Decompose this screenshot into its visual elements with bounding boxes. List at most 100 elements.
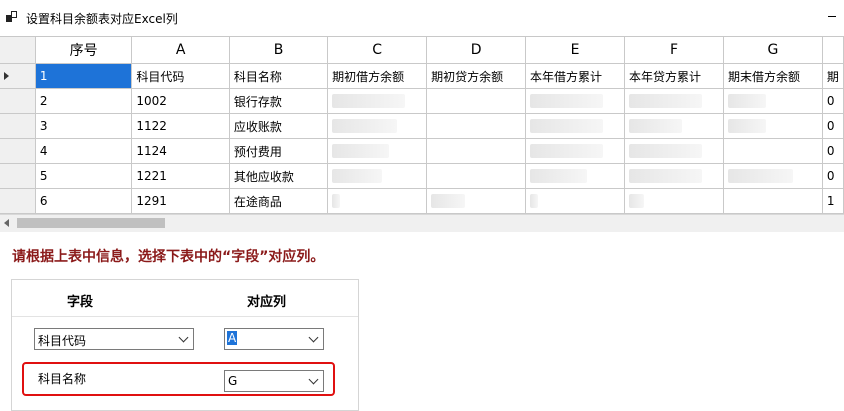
table-cell[interactable]: 1002 xyxy=(131,88,230,114)
table-cell[interactable]: 28397 xyxy=(723,113,823,139)
table-cell[interactable]: 1.10125 xyxy=(327,163,428,189)
table-cell[interactable]: 1122 xyxy=(131,113,230,139)
table-cell[interactable]: 期 xyxy=(822,63,844,89)
table-cell[interactable]: 1124 xyxy=(131,138,230,164)
table-cell[interactable]: 0000000.00 xyxy=(624,88,724,114)
table-cell[interactable]: 0 xyxy=(822,163,844,189)
current-row-icon xyxy=(4,72,9,80)
table-cell[interactable]: 1 xyxy=(35,63,133,89)
table-cell[interactable]: 期末借方余额 xyxy=(723,63,823,89)
table-cell[interactable]: 本年借方累计 xyxy=(525,63,625,89)
table-cell[interactable]: 0 xyxy=(327,188,428,214)
table-cell[interactable]: 1221 xyxy=(131,163,230,189)
grid-column-header[interactable]: 序号 xyxy=(35,37,133,64)
table-cell[interactable]: 期初借方余额 xyxy=(327,63,428,89)
scrollbar-thumb[interactable] xyxy=(17,218,165,228)
table-cell[interactable]: 0 xyxy=(525,188,625,214)
table-row[interactable]: 3 1122 应收账款 200000.42 0000400.75 0 157.00 2839… xyxy=(0,113,844,139)
grid-column-header[interactable]: G xyxy=(723,37,823,64)
column-select-account-code[interactable]: A xyxy=(224,328,324,350)
cell-text: 0 157.00 xyxy=(629,119,683,133)
table-cell[interactable] xyxy=(723,138,823,164)
table-cell[interactable]: 82897 xyxy=(723,88,823,114)
grid-column-header[interactable]: C xyxy=(327,37,428,64)
table-cell[interactable]: 10000.00 xyxy=(327,138,428,164)
table-cell[interactable]: 本年贷方累计 xyxy=(624,63,724,89)
table-cell[interactable]: 5 xyxy=(35,163,133,189)
title-bar: 设置科目余额表对应Excel列 xyxy=(0,0,844,36)
cell-text: 33.00 xyxy=(431,194,466,208)
column-select-account-name[interactable]: G xyxy=(224,370,324,392)
table-cell[interactable] xyxy=(426,163,527,189)
chevron-down-icon[interactable] xyxy=(308,374,319,385)
chevron-down-icon[interactable] xyxy=(308,332,319,343)
cell-text: 1002 xyxy=(136,94,167,108)
table-cell[interactable]: 1291 xyxy=(131,188,230,214)
table-cell[interactable]: 00 xyxy=(624,188,724,214)
table-cell[interactable]: 4 xyxy=(35,138,133,164)
table-cell[interactable]: 0 xyxy=(822,113,844,139)
table-cell[interactable]: 2 xyxy=(35,88,133,114)
table-row[interactable]: 61291在途商品033.000001 xyxy=(0,188,844,214)
cell-text: 28397 xyxy=(727,119,767,133)
table-cell[interactable]: 1 xyxy=(822,188,844,214)
table-row[interactable]: 5 1221 其他应收款 1.10125 10000.00 0100072.59 29349… xyxy=(0,163,844,189)
table-cell[interactable] xyxy=(426,113,527,139)
row-header[interactable] xyxy=(0,188,36,214)
table-row[interactable]: 2 1002 银行存款 0100109.07 1089000.00 0000000.00 8… xyxy=(0,88,844,114)
table-cell[interactable]: 其他应收款 xyxy=(229,163,329,189)
field-select-value: 科目代码 xyxy=(38,334,87,348)
row-header[interactable] xyxy=(0,138,36,164)
table-cell[interactable]: 0 xyxy=(822,88,844,114)
table-cell[interactable]: 0000400.75 xyxy=(525,113,625,139)
grid-column-header[interactable]: F xyxy=(624,37,724,64)
table-cell[interactable]: 1089000.00 xyxy=(525,88,625,114)
table-cell[interactable]: 预付费用 xyxy=(229,138,329,164)
table-cell[interactable]: 应收账款 xyxy=(229,113,329,139)
table-cell[interactable]: 10000.00 xyxy=(525,163,625,189)
table-cell[interactable]: 0 157.00 xyxy=(624,113,724,139)
field-label-account-name: 科目名称 xyxy=(38,372,87,386)
table-cell[interactable]: 6 xyxy=(35,188,133,214)
grid-column-header[interactable]: A xyxy=(131,37,230,64)
row-header[interactable] xyxy=(0,88,36,114)
table-cell[interactable] xyxy=(426,138,527,164)
grid-column-header[interactable]: E xyxy=(525,37,625,64)
table-cell[interactable]: 0 xyxy=(822,138,844,164)
field-select-account-code[interactable]: 科目代码 xyxy=(34,328,194,350)
table-cell[interactable]: 在途商品 xyxy=(229,188,329,214)
minimize-button[interactable] xyxy=(824,6,840,22)
table-cell[interactable]: 0000000.00 xyxy=(624,138,724,164)
chevron-down-icon[interactable] xyxy=(178,332,189,343)
table-cell[interactable] xyxy=(723,188,823,214)
grid-column-header[interactable]: B xyxy=(229,37,329,64)
table-row[interactable]: 1 科目代码 科目名称 期初借方余额 期初贷方余额 本年借方累计 本年贷方累计 期末借方余额 期 xyxy=(0,63,844,89)
table-cell[interactable]: 3 xyxy=(35,113,133,139)
cell-text: 6 xyxy=(39,194,48,208)
table-cell[interactable]: 银行存款 xyxy=(229,88,329,114)
data-grid[interactable]: 序号 A B C D E F G 1 科目代码 科目名称 期初借方余额 期初贷方余额 本年借方累计 本年贷… xyxy=(0,36,844,215)
table-cell[interactable]: 33.00 xyxy=(426,188,527,214)
table-cell[interactable]: 科目代码 xyxy=(131,63,230,89)
scroll-left-icon[interactable] xyxy=(4,219,9,227)
horizontal-scrollbar[interactable] xyxy=(0,214,844,232)
table-cell[interactable]: 293494.01 xyxy=(723,163,823,189)
row-header[interactable] xyxy=(0,113,36,139)
table-cell[interactable]: 0100007.40 xyxy=(525,138,625,164)
table-cell[interactable]: 0100072.59 xyxy=(624,163,724,189)
table-cell[interactable]: 科目名称 xyxy=(229,63,329,89)
table-row[interactable]: 4 1124 预付费用 10000.00 0100007.40 0000000.00 0 xyxy=(0,138,844,164)
table-cell[interactable] xyxy=(426,88,527,114)
grid-corner xyxy=(0,37,36,64)
row-header[interactable] xyxy=(0,163,36,189)
table-cell[interactable]: 200000.42 xyxy=(327,113,428,139)
table-cell[interactable]: 期初贷方余额 xyxy=(426,63,527,89)
grid-column-header[interactable]: D xyxy=(426,37,527,64)
column-select-value: A xyxy=(227,331,238,345)
grid-column-header[interactable] xyxy=(822,37,844,64)
table-cell[interactable]: 0100109.07 xyxy=(327,88,428,114)
cell-text: 0 xyxy=(530,194,538,208)
row-header[interactable] xyxy=(0,63,36,89)
cell-text: 1 xyxy=(39,69,48,83)
cell-text: 293494.01 xyxy=(727,169,793,183)
